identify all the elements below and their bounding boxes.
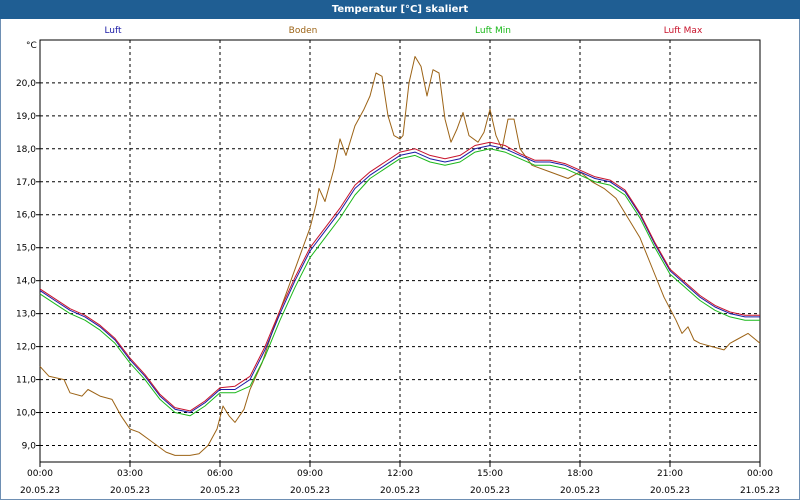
x-tick-time-label: 12:00 <box>387 469 413 479</box>
grid-lines <box>40 40 760 462</box>
x-tick-date-label: 20.05.23 <box>380 486 420 496</box>
x-tick-date-label: 20.05.23 <box>200 486 240 496</box>
y-tick-label: 18,0 <box>16 145 36 155</box>
x-tick-date-label: 20.05.23 <box>650 486 690 496</box>
legend-item-luft-max: Luft Max <box>664 26 703 36</box>
legend: Luft Boden Luft Min Luft Max <box>104 26 703 36</box>
y-tick-label: 10,0 <box>16 409 36 419</box>
y-axis-ticks: 9,0 10,0 11,0 12,0 13,0 14,0 15,0 16,0 17,0 18,0 1… <box>16 79 40 452</box>
x-tick-time-label: 00:00 <box>747 469 773 479</box>
y-tick-label: 19,0 <box>16 112 36 122</box>
x-tick-date-label: 20.05.23 <box>110 486 150 496</box>
x-tick-date-label: 20.05.23 <box>560 486 600 496</box>
x-tick-date-label: 20.05.23 <box>290 486 330 496</box>
y-tick-label: 13,0 <box>16 310 36 320</box>
x-tick-date-label: 21.05.23 <box>740 486 780 496</box>
x-tick-date-label: 20.05.23 <box>470 486 510 496</box>
x-tick-time-label: 21:00 <box>657 469 683 479</box>
legend-item-luft-min: Luft Min <box>475 26 511 36</box>
legend-item-boden: Boden <box>289 26 318 36</box>
x-tick-time-label: 00:00 <box>27 469 53 479</box>
y-tick-label: 14,0 <box>16 277 36 287</box>
temperature-chart: 9,0 10,0 11,0 12,0 13,0 14,0 15,0 16,0 17,0 18,0 1… <box>16 26 780 496</box>
x-tick-date-label: 20.05.23 <box>20 486 60 496</box>
x-tick-time-label: 15:00 <box>477 469 503 479</box>
y-tick-label: 20,0 <box>16 79 36 89</box>
x-tick-time-label: 09:00 <box>297 469 323 479</box>
y-tick-label: 9,0 <box>22 442 37 452</box>
x-axis-ticks: 00:00 20.05.23 03:00 20.05.23 06:00 20.05.23 0… <box>20 462 780 496</box>
legend-item-luft: Luft <box>104 26 122 36</box>
y-axis-unit-label: °C <box>26 41 37 51</box>
y-tick-label: 15,0 <box>16 244 36 254</box>
x-tick-time-label: 03:00 <box>117 469 143 479</box>
y-tick-label: 17,0 <box>16 178 36 188</box>
y-tick-label: 16,0 <box>16 211 36 221</box>
y-tick-label: 12,0 <box>16 343 36 353</box>
y-tick-label: 11,0 <box>16 376 36 386</box>
x-tick-time-label: 06:00 <box>207 469 233 479</box>
x-tick-time-label: 18:00 <box>567 469 593 479</box>
